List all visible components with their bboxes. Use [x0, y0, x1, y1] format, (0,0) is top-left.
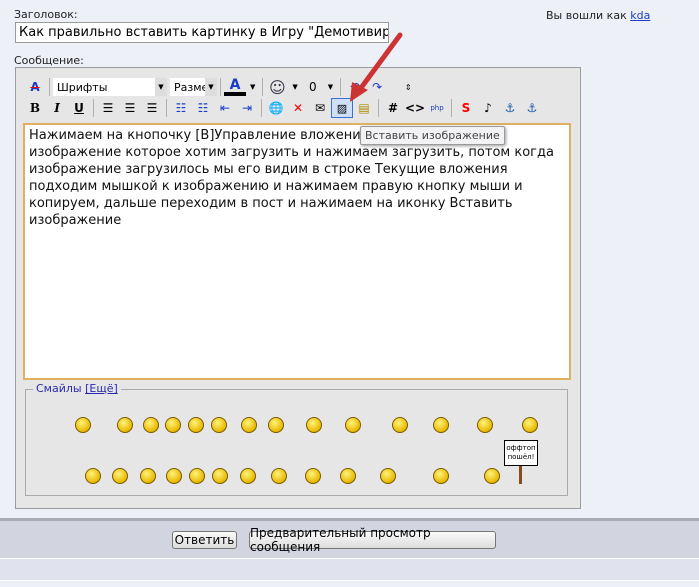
text-line: изображение которое хотим загрузить и на… [29, 145, 554, 160]
smiley-icon[interactable] [112, 468, 128, 484]
smiley-icon[interactable] [305, 468, 321, 484]
font-select[interactable]: Шрифты ▼ [53, 78, 167, 96]
smiley-icon[interactable] [117, 417, 133, 433]
italic-icon[interactable]: I [46, 98, 68, 118]
smiley-icon[interactable] [392, 417, 408, 433]
anchor-icon[interactable]: ⚓ [521, 98, 543, 118]
smiley-icon[interactable] [240, 468, 256, 484]
align-right-icon[interactable]: ☰ [141, 98, 163, 118]
sign-post [519, 466, 522, 484]
smiley-icon[interactable] [268, 417, 284, 433]
smilies-label: Смайлы [36, 382, 82, 395]
align-left-icon[interactable]: ☰ [97, 98, 119, 118]
text-color-icon[interactable]: A [224, 77, 246, 96]
unordered-list-icon[interactable]: ☷ [192, 98, 214, 118]
smiley-icon[interactable] [188, 417, 204, 433]
offtopic-sign-smiley[interactable]: оффтоп пошёл! [504, 440, 538, 466]
text-line: изображение загрузилось мы его видим в с… [29, 162, 508, 177]
smiley-icon[interactable] [433, 417, 449, 433]
text-line: подходим мышкой к изображению и нажимаем… [29, 179, 523, 194]
smiley-icon[interactable] [165, 417, 181, 433]
music-icon[interactable]: ♪ [477, 98, 499, 118]
smiley-icon[interactable] [380, 468, 396, 484]
smiley-icon[interactable]: ☺ [266, 77, 288, 97]
smilies-legend: Смайлы [Ещё] [33, 382, 121, 395]
text-line: изображение [29, 213, 122, 228]
smiley-icon[interactable] [212, 468, 228, 484]
php-icon[interactable]: php [426, 98, 448, 118]
reply-button[interactable]: Ответить [172, 531, 237, 549]
align-center-icon[interactable]: ☰ [119, 98, 141, 118]
smiley-icon[interactable] [140, 468, 156, 484]
email-icon[interactable]: ✉ [309, 98, 331, 118]
outdent-icon[interactable]: ⇤ [214, 98, 236, 118]
attachment-icon[interactable]: 0 [302, 77, 324, 97]
message-label: Сообщение: [14, 54, 84, 67]
smiley-icon[interactable] [522, 417, 538, 433]
chevron-down-icon: ▼ [205, 78, 217, 96]
tooltip: Вставить изображение [360, 126, 505, 145]
smiley-icon[interactable] [189, 468, 205, 484]
user-link[interactable]: kda [630, 9, 650, 22]
smiley-icon[interactable] [345, 417, 361, 433]
smiley-icon[interactable] [75, 417, 91, 433]
underline-icon[interactable]: U [68, 98, 90, 118]
preview-button[interactable]: Предварительный просмотр сообщения [249, 526, 496, 554]
chevron-down-icon: ▼ [155, 78, 167, 96]
subject-label: Заголовок: [14, 8, 78, 21]
indent-icon[interactable]: ⇥ [236, 98, 258, 118]
font-select-value: Шрифты [57, 80, 108, 94]
smiley-icon[interactable] [477, 417, 493, 433]
bold-icon[interactable]: B [24, 98, 46, 118]
toolbar-row-2: B I U ☰ ☰ ☰ ☷ ☷ ⇤ ⇥ 🌐 ✕ ✉ ▨ ▤ # <> php S… [24, 98, 543, 118]
remove-link-icon[interactable]: ✕ [287, 98, 309, 118]
smiley-icon[interactable] [340, 468, 356, 484]
smiley-icon[interactable] [271, 468, 287, 484]
smiley-icon[interactable] [306, 417, 322, 433]
smiley-icon[interactable] [484, 468, 500, 484]
smiley-icon[interactable] [211, 417, 227, 433]
message-textarea[interactable]: Нажимаем на кнопочку [B]Управление вложе… [23, 123, 571, 380]
spoiler-icon[interactable]: S [455, 98, 477, 118]
smiley-icon[interactable] [85, 468, 101, 484]
size-select-value: Разме [174, 80, 209, 94]
smiley-icon[interactable] [166, 468, 182, 484]
smiley-icon[interactable] [143, 417, 159, 433]
smiley-icon[interactable] [241, 417, 257, 433]
size-select[interactable]: Разме ▼ [170, 78, 217, 96]
remove-format-icon[interactable]: A [24, 77, 46, 97]
text-line: копируем, дальше переходим в пост и нажи… [29, 196, 513, 211]
anchor-link-icon[interactable]: ⚓ [499, 98, 521, 118]
smiley-icon[interactable] [433, 468, 449, 484]
red-arrow-annotation [350, 32, 403, 102]
ordered-list-icon[interactable]: ☷ [170, 98, 192, 118]
insert-link-icon[interactable]: 🌐 [265, 98, 287, 118]
more-smilies-link[interactable]: [Ещё] [85, 382, 118, 395]
login-prefix: Вы вошли как [546, 9, 627, 22]
login-status: Вы вошли как kda [546, 9, 650, 22]
